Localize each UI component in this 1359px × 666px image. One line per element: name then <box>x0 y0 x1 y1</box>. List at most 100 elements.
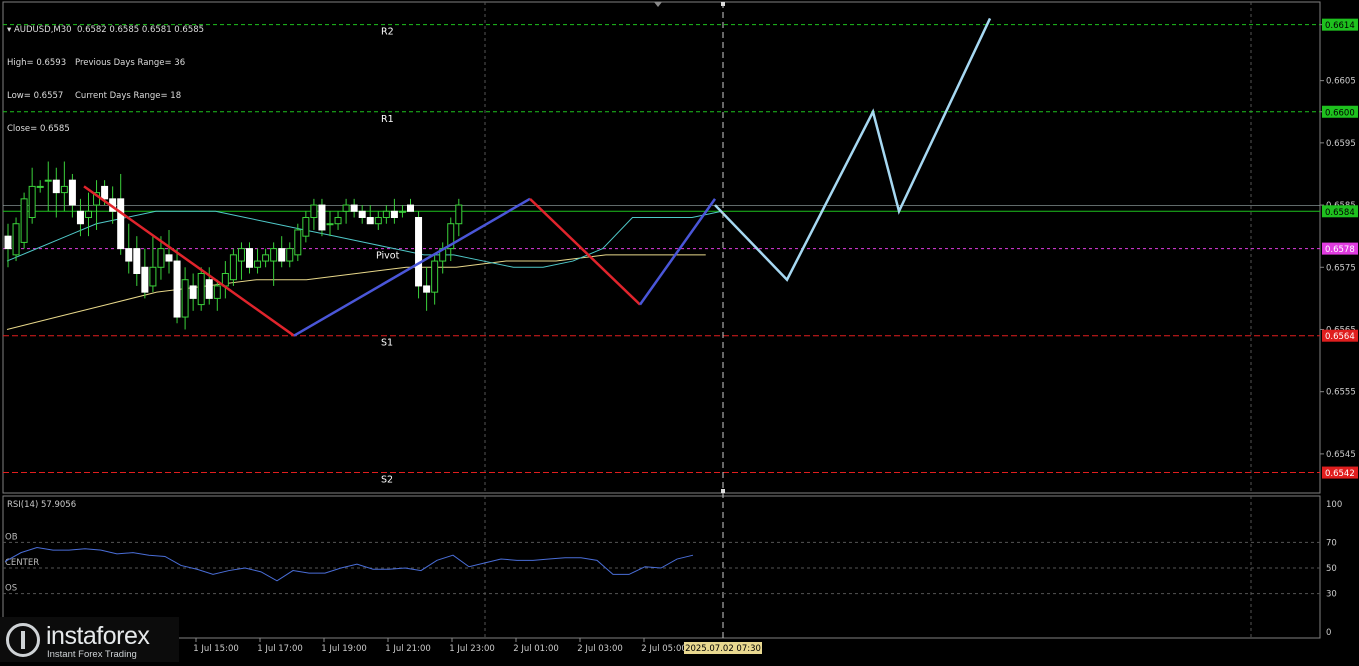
level-label-r1: R1 <box>381 114 394 125</box>
brand-name: instaforex <box>46 622 150 650</box>
level-label-r2: R2 <box>381 27 394 38</box>
candle-body-bearish <box>415 217 423 287</box>
candle-body-bearish <box>101 185 109 200</box>
time-tick-label: 1 Jul 17:00 <box>257 644 303 654</box>
candle-body-bullish <box>157 248 165 268</box>
candle-body-bearish <box>52 179 60 194</box>
price-tick-label: 0.6555 <box>1326 388 1356 398</box>
candle <box>76 198 84 237</box>
symbol-line: AUDUSD,M30 0.6582 0.6585 0.6581 0.6585 <box>13 25 205 35</box>
candle <box>44 161 52 212</box>
forecast-path <box>714 17 992 282</box>
low-value: Low= 0.6557 <box>7 91 64 101</box>
candle-body-bearish <box>4 235 12 250</box>
time-tick-label: 1 Jul 15:00 <box>193 644 239 654</box>
candle <box>334 211 342 230</box>
candle <box>254 248 262 274</box>
candle <box>85 192 92 237</box>
candle <box>60 161 68 212</box>
candle-body-bullish <box>12 223 20 256</box>
price-badge-label-r1: 0.6600 <box>1325 108 1355 118</box>
candle <box>125 223 133 274</box>
candle-body-bullish <box>213 285 221 299</box>
shift-triangle-icon[interactable] <box>654 2 662 7</box>
candle-body-bullish <box>262 254 270 262</box>
candle-body-bullish <box>270 248 278 262</box>
candle <box>149 236 157 293</box>
candle-body-bearish <box>165 254 173 262</box>
candle-body-bearish <box>246 248 253 268</box>
price-badge-label-r2: 0.6614 <box>1325 21 1355 31</box>
candle-body-bullish <box>28 185 36 219</box>
time-tick-label: 1 Jul 19:00 <box>321 644 367 654</box>
collapse-arrow-icon[interactable]: ▾ <box>7 25 14 36</box>
candle <box>286 242 294 268</box>
candle-body-bullish <box>181 279 189 318</box>
price-tick-label: 0.6545 <box>1326 450 1356 460</box>
candle <box>12 217 20 262</box>
candle <box>93 180 101 230</box>
zigzag-up-blue <box>293 197 531 337</box>
candle <box>455 198 463 237</box>
candle-body-bearish <box>278 248 286 262</box>
candle <box>318 198 326 237</box>
candle-body-bullish <box>302 217 310 237</box>
price-badge-label-s1: 0.6564 <box>1325 332 1355 342</box>
candle-body-bearish <box>407 204 414 212</box>
level-label-s2: S2 <box>381 475 393 486</box>
rsi-title: RSI(14) 57.9056 <box>7 500 76 510</box>
candle-body-bearish <box>117 198 125 250</box>
candle <box>278 236 286 268</box>
instaforex-logo-icon <box>6 623 40 657</box>
candle <box>181 267 189 330</box>
rsi-tick-label: 70 <box>1326 538 1337 548</box>
candle-body-bullish <box>229 254 237 281</box>
candle-body-bullish <box>286 248 294 262</box>
rsi-tick-label: 0 <box>1326 628 1331 638</box>
candle-body-bearish <box>390 210 398 219</box>
previous-range: Previous Days Range= 36 <box>75 58 186 68</box>
candle <box>229 248 237 286</box>
candle-body-bullish <box>20 198 28 243</box>
candle-body-bullish <box>149 266 157 287</box>
candle <box>431 254 439 305</box>
rsi-tick-label: 100 <box>1326 500 1342 510</box>
candle-body-bullish <box>431 260 439 293</box>
candle-body-bearish <box>366 217 374 225</box>
candle <box>4 223 12 268</box>
candle <box>197 267 205 311</box>
zigzag-down-red <box>529 197 641 306</box>
candle-body-bullish <box>455 204 463 225</box>
price-badge-label-pivot: 0.6578 <box>1325 245 1355 255</box>
candle-body-bearish <box>318 204 326 231</box>
candle <box>165 229 173 274</box>
candle-body-bullish <box>60 185 68 194</box>
candle <box>28 167 36 224</box>
candle <box>342 198 350 224</box>
candle <box>20 192 28 249</box>
candle <box>374 211 382 230</box>
symbol-info-panel: ▾ AUDUSD,M30 0.6582 0.6585 0.6581 0.6585… <box>7 3 204 146</box>
candle-body-bearish <box>173 260 181 318</box>
time-tick-label: 2 Jul 03:00 <box>577 644 623 654</box>
candle <box>382 205 390 224</box>
candle-body-bullish <box>310 204 318 219</box>
price-tick-label: 0.6595 <box>1326 139 1356 149</box>
level-label-s1: S1 <box>381 338 393 349</box>
candle-body-bullish <box>382 210 390 219</box>
rsi-ob-label: OB <box>5 532 18 542</box>
high-value: High= 0.6593 <box>7 58 67 68</box>
candle <box>407 198 414 212</box>
candle-body-bearish <box>133 248 141 274</box>
candle-body-bearish <box>125 248 133 262</box>
candle <box>52 167 60 218</box>
candle <box>133 236 141 286</box>
candle <box>173 248 181 324</box>
candle-body-bearish <box>76 210 84 225</box>
candle-body-bullish <box>294 229 302 256</box>
candle <box>262 248 270 268</box>
candle-body-bullish <box>326 223 334 226</box>
rsi-panel-frame <box>2 495 1321 639</box>
rsi-tick-label: 30 <box>1326 590 1337 600</box>
candle <box>415 211 423 299</box>
